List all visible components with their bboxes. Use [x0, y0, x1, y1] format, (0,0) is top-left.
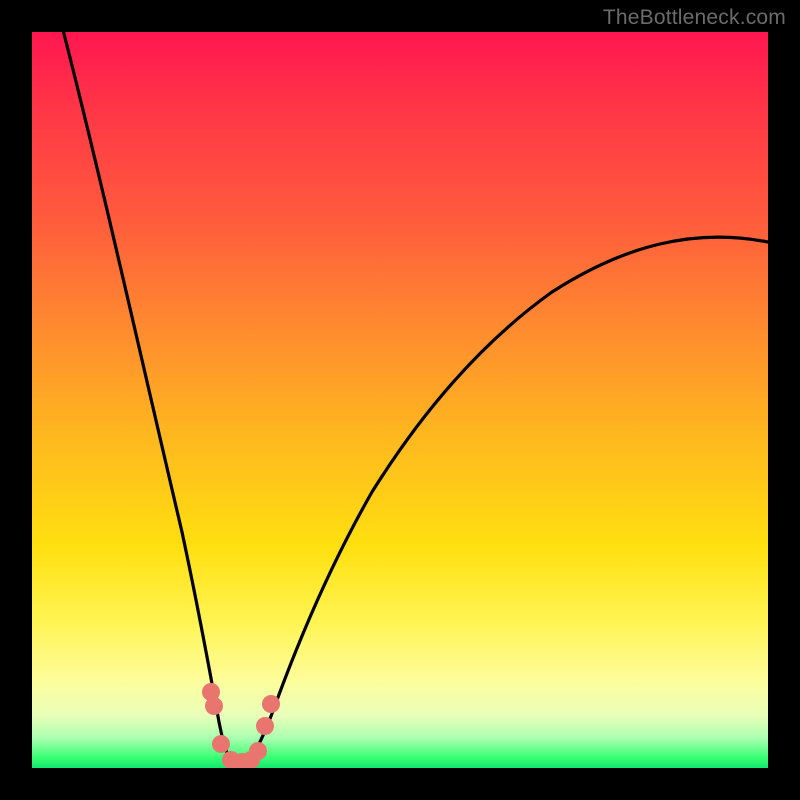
marker-dot [205, 697, 223, 715]
marker-dot [256, 717, 274, 735]
right-curve [238, 237, 768, 766]
plot-area [32, 32, 768, 768]
curve-overlay [32, 32, 768, 768]
chart-frame: TheBottleneck.com [0, 0, 800, 800]
left-curve [62, 32, 238, 766]
marker-dot [249, 742, 267, 760]
watermark-text: TheBottleneck.com [603, 6, 786, 30]
marker-dot [212, 735, 230, 753]
marker-group [202, 683, 280, 768]
marker-dot [262, 695, 280, 713]
